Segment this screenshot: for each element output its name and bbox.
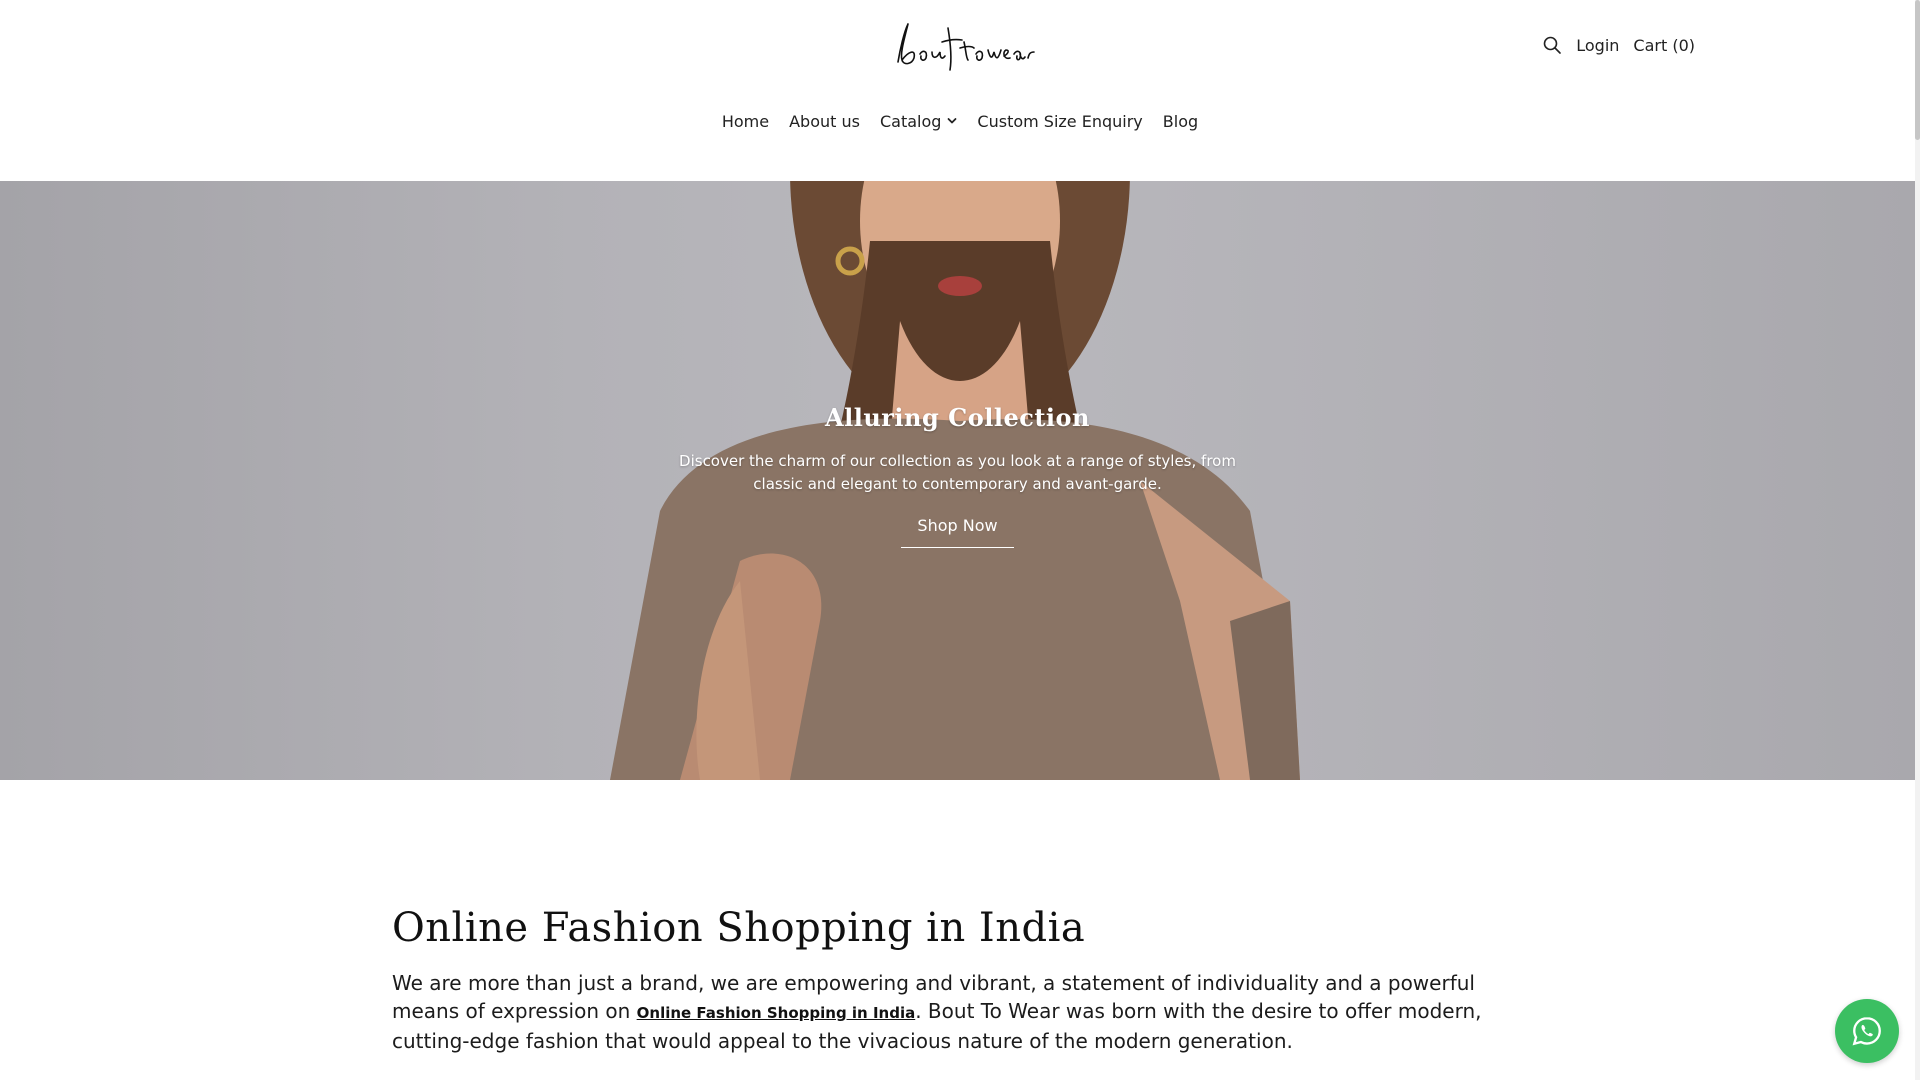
nav-item-blog[interactable]: Blog (1163, 112, 1198, 131)
whatsapp-button[interactable] (1835, 999, 1899, 1063)
hero-description: Discover the charm of our collection as … (679, 452, 1236, 493)
page-scrollbar[interactable] (1915, 0, 1920, 1080)
header-actions: Login Cart (0) (1542, 32, 1695, 58)
nav-item-label: Custom Size Enquiry (977, 111, 1143, 131)
nav-item-home[interactable]: Home (722, 112, 769, 131)
nav-item-catalog[interactable]: Catalog (880, 112, 957, 131)
site-logo[interactable] (890, 10, 1040, 80)
scrollbar-thumb[interactable] (1915, 0, 1920, 140)
nav-item-about-us[interactable]: About us (789, 112, 860, 131)
intro-paragraph: We are more than just a brand, we are em… (392, 969, 1512, 1055)
hero-content: Alluring Collection Discover the charm o… (0, 403, 1915, 548)
intro-title: Online Fashion Shopping in India (392, 905, 1086, 951)
nav-item-label: Blog (1162, 111, 1199, 131)
chevron-down-icon (947, 116, 957, 126)
shop-now-button[interactable]: Shop Now (901, 516, 1014, 548)
logo-script (897, 23, 1035, 71)
hero-banner: Alluring Collection Discover the charm o… (0, 181, 1915, 780)
search-icon[interactable] (1542, 35, 1562, 55)
main-nav: Home About us Catalog Custom Size Enquir… (0, 106, 1920, 136)
online-fashion-shopping-link[interactable]: Online Fashion Shopping in India (637, 1004, 916, 1022)
site-header: Login Cart (0) Home About us Catalog Cus… (0, 0, 1920, 180)
whatsapp-icon (1852, 1017, 1881, 1046)
cart-link[interactable]: Cart (0) (1633, 36, 1695, 55)
hero-title: Alluring Collection (824, 403, 1091, 432)
nav-item-custom-size-enquiry[interactable]: Custom Size Enquiry (977, 112, 1142, 131)
nav-item-label: Catalog (879, 111, 942, 131)
login-link[interactable]: Login (1576, 36, 1619, 55)
nav-item-label: About us (789, 111, 860, 131)
nav-item-label: Home (721, 111, 770, 131)
intro-section: Online Fashion Shopping in India We are … (392, 905, 1512, 1055)
